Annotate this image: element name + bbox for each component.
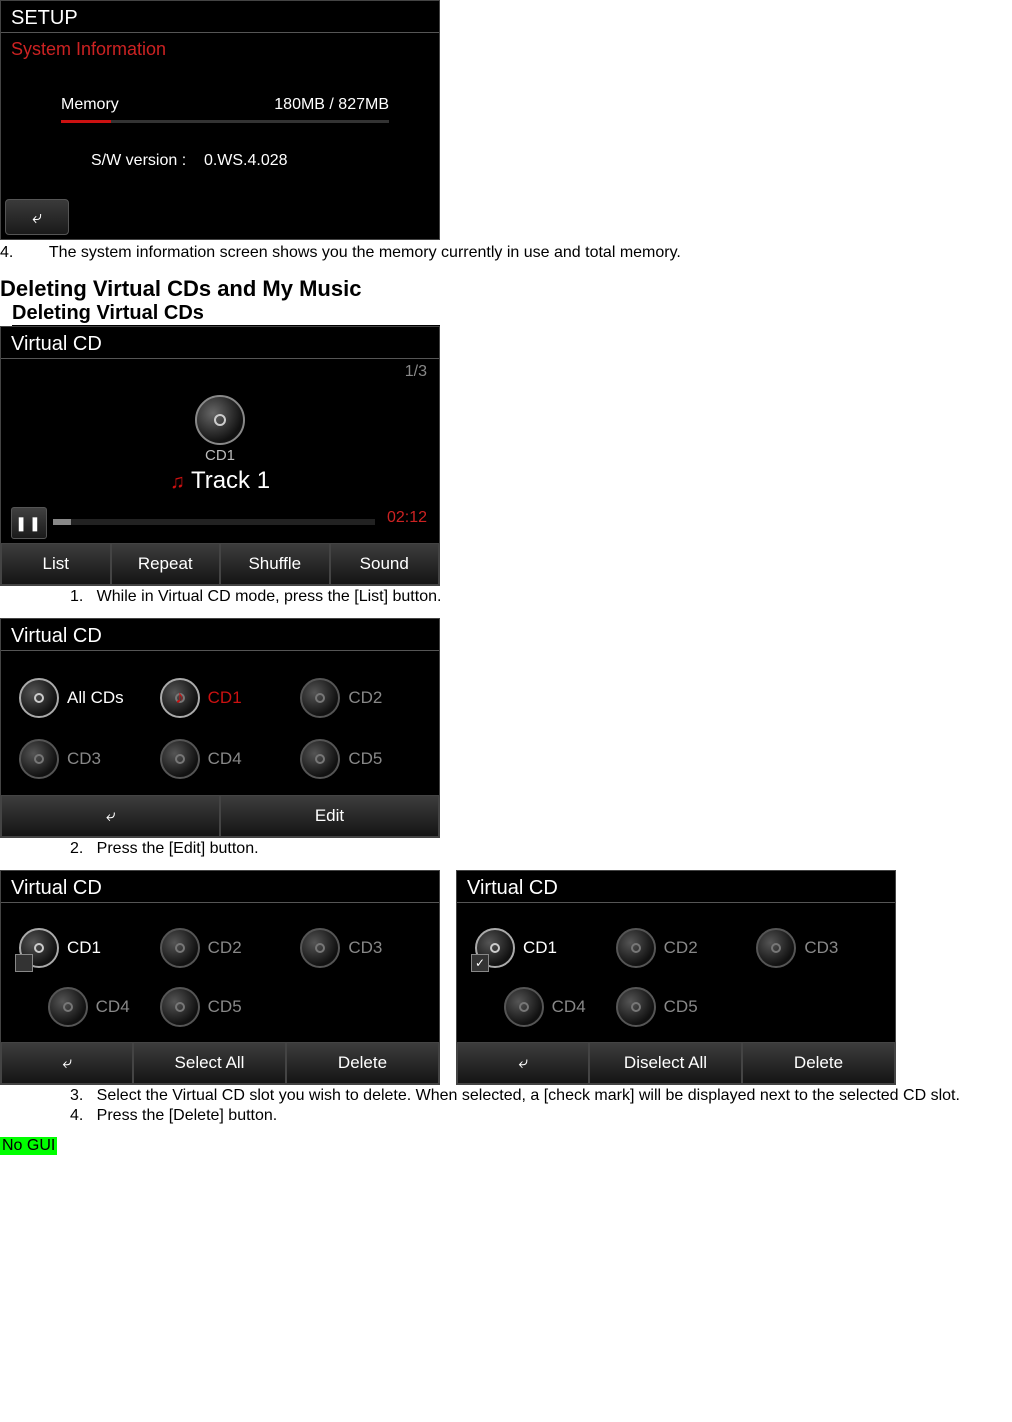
select-all-button[interactable]: Select All xyxy=(133,1042,286,1084)
vcd-edit-title: Virtual CD xyxy=(457,871,895,903)
player-title: Virtual CD xyxy=(1,327,439,359)
setup-panel: SETUP System Information Memory 180MB / … xyxy=(0,0,440,240)
disc-icon xyxy=(19,739,59,779)
vcd-edit-panel-unselected: Virtual CD CD1 CD2 CD3 CD4 xyxy=(0,870,440,1085)
cd1-label: CD1 xyxy=(523,938,557,958)
disc-icon xyxy=(160,987,200,1027)
cd3-item[interactable]: CD3 xyxy=(746,919,887,978)
vcd-list-panel: Virtual CD All CDs ♪ CD1 CD2 CD3 CD4 CD5… xyxy=(0,618,440,838)
disc-icon xyxy=(19,928,59,968)
cd3-label: CD3 xyxy=(804,938,838,958)
cd-label: CD1 xyxy=(1,447,439,464)
step-4-text: 4. The system information screen shows y… xyxy=(0,244,1012,262)
progress-bar[interactable] xyxy=(53,519,375,525)
setup-subtitle: System Information xyxy=(1,33,439,66)
disc-icon xyxy=(300,739,340,779)
track-label: Track 1 xyxy=(191,467,270,494)
back-button[interactable]: ⤶ xyxy=(5,199,69,235)
heading-deleting-vcd: Deleting Virtual CDs xyxy=(12,302,440,326)
cd1-item[interactable]: CD1 xyxy=(9,919,150,978)
vcd-edit-title: Virtual CD xyxy=(1,871,439,903)
cd2-item[interactable]: CD2 xyxy=(290,667,431,728)
player-panel: Virtual CD 1/3 CD1 ♫ Track 1 ❚❚ 02:12 Lis… xyxy=(0,326,440,586)
disc-icon xyxy=(756,928,796,968)
checkbox-icon xyxy=(15,954,33,972)
memory-bar xyxy=(1,120,439,124)
cd3-label: CD3 xyxy=(348,938,382,958)
sw-version-label: S/W version : xyxy=(91,152,186,169)
elapsed-time: 02:12 xyxy=(387,509,427,527)
cd1-label: CD1 xyxy=(208,688,242,708)
shuffle-button[interactable]: Shuffle xyxy=(220,543,330,585)
cd5-item[interactable]: CD5 xyxy=(150,978,291,1037)
cd5-label: CD5 xyxy=(208,997,242,1017)
back-button[interactable]: ⤶ xyxy=(457,1042,589,1084)
cd4-label: CD4 xyxy=(96,997,130,1017)
step-3-text: 3. Select the Virtual CD slot you wish t… xyxy=(70,1087,1012,1105)
delete-button[interactable]: Delete xyxy=(742,1042,895,1084)
disc-icon xyxy=(300,678,340,718)
disc-icon xyxy=(504,987,544,1027)
cd3-label: CD3 xyxy=(67,749,101,769)
sw-version-value: 0.WS.4.028 xyxy=(204,152,288,169)
delete-button[interactable]: Delete xyxy=(286,1042,439,1084)
cd5-item[interactable]: CD5 xyxy=(606,978,747,1037)
all-cds-item[interactable]: All CDs xyxy=(9,667,150,728)
disc-icon xyxy=(19,678,59,718)
cd5-item[interactable]: CD5 xyxy=(290,728,431,789)
memory-label: Memory xyxy=(61,96,119,114)
cd2-item[interactable]: CD2 xyxy=(150,919,291,978)
cd3-item[interactable]: CD3 xyxy=(290,919,431,978)
disc-icon xyxy=(616,928,656,968)
music-note-icon: ♫ xyxy=(170,471,185,493)
disc-icon xyxy=(48,987,88,1027)
cd2-item[interactable]: CD2 xyxy=(606,919,747,978)
disc-icon xyxy=(300,928,340,968)
cd4-item[interactable]: CD4 xyxy=(465,978,606,1037)
pause-button[interactable]: ❚❚ xyxy=(11,507,47,539)
disc-icon xyxy=(195,395,245,445)
memory-value: 180MB / 827MB xyxy=(274,96,389,114)
cd2-label: CD2 xyxy=(664,938,698,958)
cd1-label: CD1 xyxy=(67,938,101,958)
repeat-button[interactable]: Repeat xyxy=(111,543,221,585)
disc-icon xyxy=(160,928,200,968)
cd3-item[interactable]: CD3 xyxy=(9,728,150,789)
cd4-label: CD4 xyxy=(208,749,242,769)
list-button[interactable]: List xyxy=(1,543,111,585)
cd1-item[interactable]: ✓ CD1 xyxy=(465,919,606,978)
cd4-label: CD4 xyxy=(552,997,586,1017)
heading-deleting: Deleting Virtual CDs and My Music xyxy=(0,276,1012,302)
step-2-text: 2. Press the [Edit] button. xyxy=(70,840,1012,858)
cd2-label: CD2 xyxy=(348,688,382,708)
back-button[interactable]: ⤶ xyxy=(1,795,220,837)
sound-button[interactable]: Sound xyxy=(330,543,440,585)
disc-icon xyxy=(160,739,200,779)
cd4-item[interactable]: CD4 xyxy=(150,728,291,789)
cd5-label: CD5 xyxy=(664,997,698,1017)
cd4-item[interactable]: CD4 xyxy=(9,978,150,1037)
checkmark-icon: ✓ xyxy=(471,954,489,972)
step-1-text: 1. While in Virtual CD mode, press the [… xyxy=(70,588,1012,606)
disc-icon: ✓ xyxy=(475,928,515,968)
diselect-all-button[interactable]: Diselect All xyxy=(589,1042,742,1084)
cd5-label: CD5 xyxy=(348,749,382,769)
vcd-edit-panel-selected: Virtual CD ✓ CD1 CD2 CD3 CD4 xyxy=(456,870,896,1085)
no-gui-badge: No GUI xyxy=(0,1137,57,1155)
cd2-label: CD2 xyxy=(208,938,242,958)
cd1-item[interactable]: ♪ CD1 xyxy=(150,667,291,728)
disc-icon: ♪ xyxy=(160,678,200,718)
disc-icon xyxy=(616,987,656,1027)
all-cds-label: All CDs xyxy=(67,688,124,708)
track-counter: 1/3 xyxy=(405,363,427,381)
vcd-list-title: Virtual CD xyxy=(1,619,439,651)
track-row: ♫ Track 1 xyxy=(1,467,439,495)
edit-button[interactable]: Edit xyxy=(220,795,439,837)
music-note-icon: ♪ xyxy=(175,687,184,708)
setup-title: SETUP xyxy=(1,1,439,33)
step-4b-text: 4. Press the [Delete] button. xyxy=(70,1107,1012,1125)
back-button[interactable]: ⤶ xyxy=(1,1042,133,1084)
